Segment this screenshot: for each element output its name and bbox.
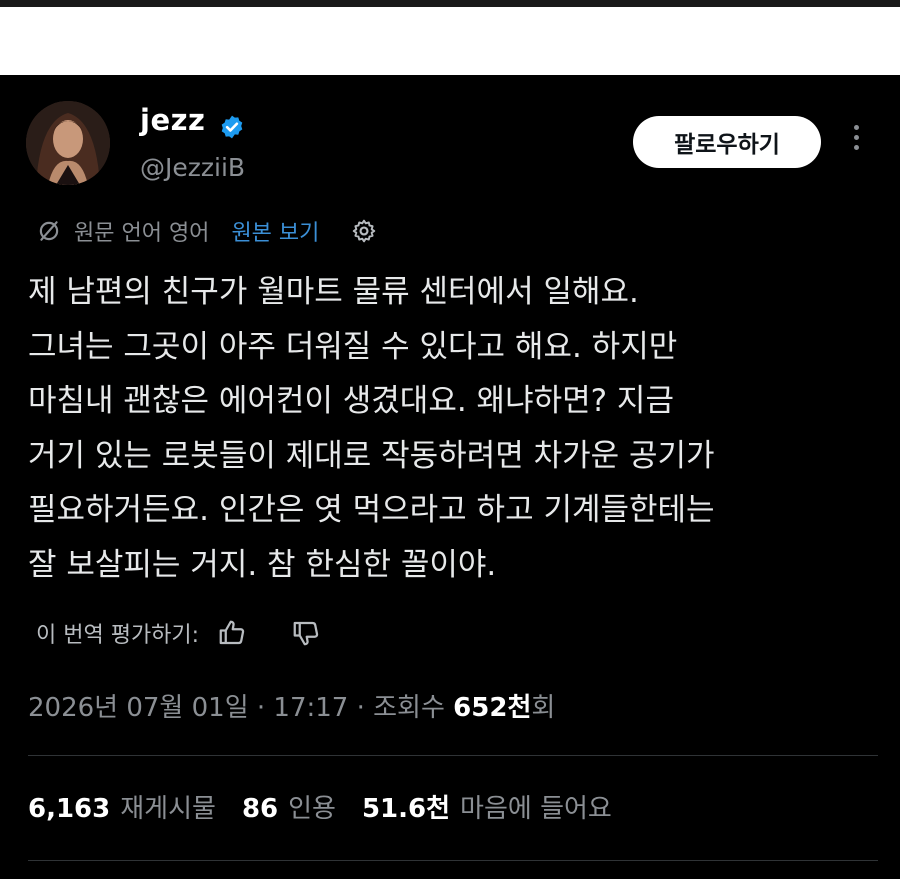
reposts-label[interactable]: 재게시물 [120, 788, 216, 825]
views-count: 652천 [453, 693, 532, 723]
engagement-stats: 6,163 재게시물 86 인용 51.6천 마음에 들어요 [28, 788, 638, 825]
show-original-link[interactable]: 원본 보기 [231, 215, 319, 247]
more-icon[interactable] [849, 125, 863, 159]
divider [28, 755, 878, 756]
divider [28, 860, 878, 861]
likes-count[interactable]: 51.6천 [362, 788, 450, 825]
user-handle[interactable]: @JezziiB [140, 153, 245, 182]
top-white-strip [0, 7, 900, 75]
translation-label: 원문 언어 영어 [74, 221, 210, 246]
thumbs-up-icon[interactable] [217, 618, 247, 648]
verified-badge-icon [221, 115, 243, 139]
gear-icon[interactable] [351, 218, 377, 244]
quotes-count[interactable]: 86 [242, 794, 278, 824]
rate-translation-row: 이 번역 평가하기: [36, 613, 321, 653]
translation-bar: 원문 언어 영어 원본 보기 [36, 213, 377, 249]
reposts-count[interactable]: 6,163 [28, 794, 110, 824]
likes-label[interactable]: 마음에 들어요 [460, 788, 612, 825]
tweet-card: jezz @JezziiB 팔로우하기 원문 언어 영어 원본 보기 제 남편의… [0, 75, 900, 879]
translate-icon [39, 221, 59, 241]
rate-translation-label: 이 번역 평가하기: [36, 623, 200, 648]
avatar[interactable] [26, 101, 110, 185]
thumbs-down-icon[interactable] [291, 618, 321, 648]
views-suffix: 회 [531, 693, 556, 723]
tweet-meta: 2026년 07월 01일 · 17:17 · 조회수 652천 회 [28, 687, 555, 724]
top-edge-bar [0, 0, 900, 7]
avatar-image [26, 101, 110, 185]
follow-button[interactable]: 팔로우하기 [633, 116, 821, 168]
quotes-label[interactable]: 인용 [288, 788, 336, 825]
tweet-text: 제 남편의 친구가 월마트 물류 센터에서 일해요. 그녀는 그곳이 아주 더워… [28, 274, 715, 583]
display-name[interactable]: jezz [140, 103, 205, 137]
timestamp[interactable]: 2026년 07월 01일 · 17:17 · 조회수 [28, 687, 445, 724]
